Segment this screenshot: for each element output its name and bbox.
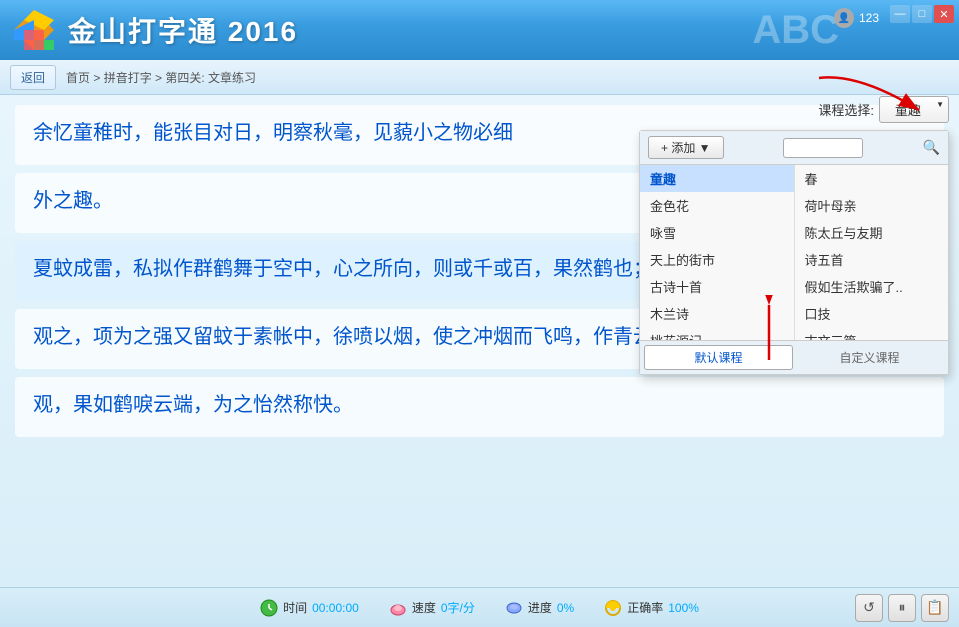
breadcrumb-text: 首页 > 拼音打字 > 第四关: 文章练习: [66, 71, 256, 85]
progress-icon: [505, 599, 523, 617]
status-time: 时间 00:00:00: [260, 599, 359, 617]
text-line-5: 观，果如鹤唳云端，为之怡然称快。: [33, 394, 353, 416]
status-controls: ↺ ⏸ 📋: [855, 594, 949, 622]
list-item[interactable]: 古文三篇: [795, 327, 949, 340]
close-button[interactable]: ✕: [934, 5, 954, 23]
list-item[interactable]: 咏雪: [640, 219, 794, 246]
accuracy-value: 100%: [668, 601, 699, 615]
time-value: 00:00:00: [312, 601, 359, 615]
text-block-5: 观，果如鹤唳云端，为之怡然称快。: [15, 377, 944, 437]
speed-value: 0字/分: [441, 599, 475, 616]
course-dropdown-menu: + 添加 ▼ 🔍 童趣 金色花 咏雪 天上的街市 古诗十首 木兰诗 桃花源记 古…: [639, 130, 949, 375]
title-bar: 金山打字通 2016 ABC 👤 123 — □ ✕: [0, 0, 959, 60]
list-item[interactable]: 春: [795, 165, 949, 192]
course-search-input[interactable]: [783, 138, 863, 158]
accuracy-label: 正确率: [627, 599, 663, 616]
add-course-button[interactable]: + 添加 ▼: [648, 136, 724, 159]
report-button[interactable]: 📋: [921, 594, 949, 622]
app-title: 金山打字通 2016: [68, 10, 298, 50]
back-button[interactable]: 返回: [10, 65, 56, 90]
user-count: 123: [859, 11, 879, 25]
progress-value: 0%: [557, 601, 574, 615]
dropdown-header: + 添加 ▼ 🔍: [640, 131, 948, 165]
time-icon: [260, 599, 278, 617]
speed-label: 速度: [412, 599, 436, 616]
text-line-3: 夏蚊成雷，私拟作群鹤舞于空中，心之所向，则或千或百，果然鹤也；昂首: [33, 258, 693, 280]
arrow-indicator-2: [754, 295, 784, 365]
user-avatar: 👤: [834, 8, 854, 28]
list-item[interactable]: 金色花: [640, 192, 794, 219]
search-icon: 🔍: [923, 139, 940, 156]
pause-button[interactable]: ⏸: [888, 594, 916, 622]
dropdown-right-column[interactable]: 春 荷叶母亲 陈太丘与友期 诗五首 假如生活欺骗了.. 口技 古文三篇 杜甫诗三…: [795, 165, 949, 340]
window-controls: — □ ✕: [890, 5, 954, 23]
arrow-indicator-1: [809, 68, 939, 123]
restart-button[interactable]: ↺: [855, 594, 883, 622]
list-item[interactable]: 诗五首: [795, 246, 949, 273]
time-label: 时间: [283, 599, 307, 616]
text-line-4: 观之，项为之强又留蚊于素帐中，徐喷以烟，使之冲烟而飞鸣，作青云白鹤: [33, 326, 693, 348]
status-progress: 进度 0%: [505, 599, 574, 617]
dropdown-columns: 童趣 金色花 咏雪 天上的街市 古诗十首 木兰诗 桃花源记 古文四篇 春 荷叶母…: [640, 165, 948, 340]
accuracy-icon: [604, 599, 622, 617]
speed-icon: [389, 599, 407, 617]
list-item[interactable]: 童趣: [640, 165, 794, 192]
list-item[interactable]: 假如生活欺骗了..: [795, 273, 949, 300]
logo-icon: [10, 6, 58, 54]
text-line-2: 外之趣。: [33, 190, 113, 212]
user-area: 👤 123: [834, 8, 879, 28]
status-bar: 时间 00:00:00 速度 0字/分 进度 0% 正确率 100% ↺ ⏸ 📋: [0, 587, 959, 627]
bg-abc: ABC: [752, 0, 839, 60]
text-line-1: 余忆童稚时，能张目对日，明察秋毫，见藐小之物必细: [33, 122, 513, 144]
status-speed: 速度 0字/分: [389, 599, 475, 617]
list-item[interactable]: 天上的街市: [640, 246, 794, 273]
minimize-button[interactable]: —: [890, 5, 910, 23]
breadcrumb: 首页 > 拼音打字 > 第四关: 文章练习: [66, 69, 256, 86]
list-item[interactable]: 陈太丘与友期: [795, 219, 949, 246]
list-item[interactable]: 口技: [795, 300, 949, 327]
custom-course-tab[interactable]: 自定义课程: [795, 345, 944, 370]
list-item[interactable]: 荷叶母亲: [795, 192, 949, 219]
status-accuracy: 正确率 100%: [604, 599, 699, 617]
progress-label: 进度: [528, 599, 552, 616]
maximize-button[interactable]: □: [912, 5, 932, 23]
dropdown-footer: 默认课程 自定义课程: [640, 340, 948, 374]
